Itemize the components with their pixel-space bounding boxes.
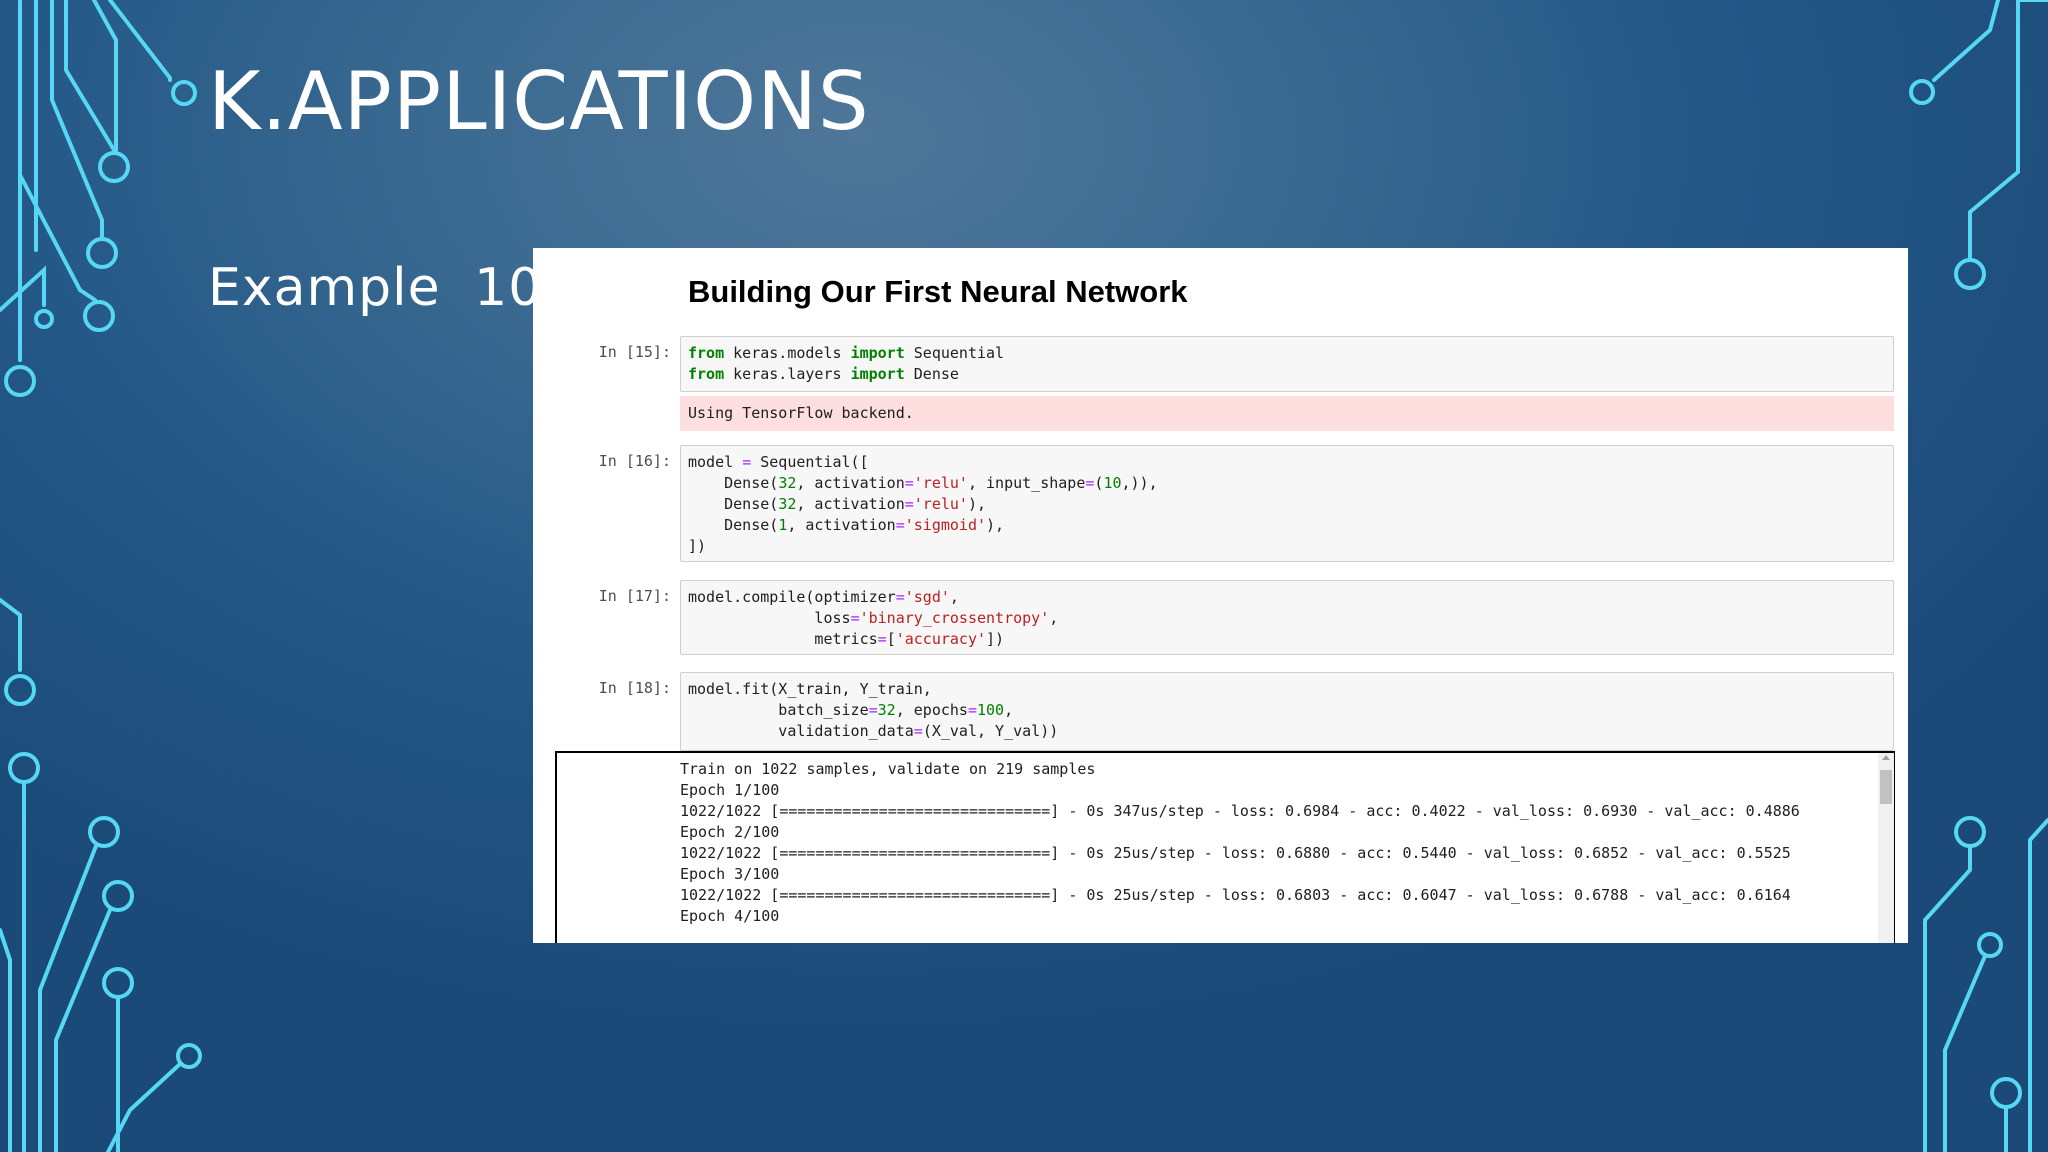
circuit-trace [108, 0, 172, 82]
cell-prompt: In [16]: [598, 452, 671, 470]
circuit-node [4, 674, 36, 706]
circuit-node [4, 365, 36, 397]
output-scrollbar[interactable] [1878, 753, 1894, 943]
circuit-node [8, 752, 40, 784]
circuit-node [171, 80, 197, 106]
cell-prompt: In [18]: [598, 679, 671, 697]
circuit-node [88, 816, 120, 848]
circuit-trace [1923, 844, 1972, 1152]
circuit-trace [38, 844, 98, 1152]
cell-prompt: In [17]: [598, 587, 671, 605]
circuit-node [1990, 1077, 2022, 1109]
slide-title: K.APPLICATIONS [208, 55, 870, 148]
circuit-trace [54, 908, 112, 1152]
circuit-node [1954, 258, 1986, 290]
circuit-node [1909, 79, 1935, 105]
circuit-trace [92, 0, 118, 152]
circuit-trace [1943, 954, 1987, 1152]
training-log: Train on 1022 samples, validate on 219 s… [680, 760, 1800, 925]
code-cell[interactable]: model.fit(X_train, Y_train, batch_size=3… [680, 672, 1894, 751]
code-line: from keras.models import Sequential from… [688, 344, 1005, 383]
code-line: model.compile(optimizer='sgd', loss='bin… [688, 588, 1059, 648]
circuit-node [98, 151, 130, 183]
cell-prompt: In [15]: [598, 343, 671, 361]
code-cell[interactable]: model = Sequential([ Dense(32, activatio… [680, 445, 1894, 562]
circuit-node [102, 967, 134, 999]
cell-output-area[interactable]: Train on 1022 samples, validate on 219 s… [555, 751, 1895, 943]
code-cell[interactable]: from keras.models import Sequential from… [680, 336, 1894, 392]
circuit-node [1977, 932, 2003, 958]
scroll-up-arrow-icon[interactable] [1882, 755, 1890, 760]
circuit-trace [0, 598, 22, 672]
circuit-node [86, 237, 118, 269]
code-cell[interactable]: model.compile(optimizer='sgd', loss='bin… [680, 580, 1894, 655]
notebook-screenshot: Building Our First Neural Network In [15… [533, 248, 1908, 943]
scroll-thumb[interactable] [1880, 770, 1892, 804]
code-line: model = Sequential([ Dense(32, activatio… [688, 453, 1158, 555]
notebook-heading: Building Our First Neural Network [688, 274, 1188, 309]
circuit-trace [2028, 818, 2048, 1152]
circuit-trace [1932, 0, 2000, 82]
circuit-node [1954, 816, 1986, 848]
stderr-output: Using TensorFlow backend. [680, 396, 1894, 431]
circuit-node [102, 880, 134, 912]
slide-subtitle: Example 10 [208, 258, 543, 318]
circuit-trace [0, 928, 12, 1152]
circuit-node [83, 300, 115, 332]
code-line: model.fit(X_train, Y_train, batch_size=3… [688, 680, 1059, 740]
circuit-node [34, 309, 54, 329]
